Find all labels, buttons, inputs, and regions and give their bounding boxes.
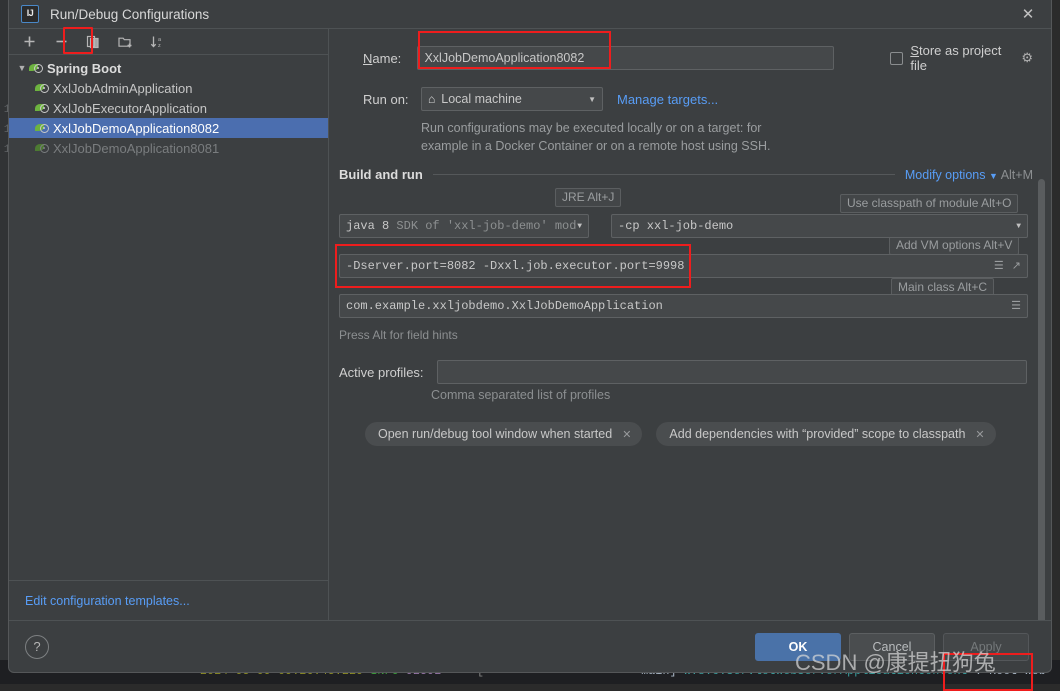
run-on-label: Run on: bbox=[363, 92, 421, 107]
dialog-footer: ? OK Cancel Apply bbox=[9, 620, 1051, 672]
section-divider bbox=[433, 174, 895, 175]
main-class-value: com.example.xxljobdemo.XxlJobDemoApplica… bbox=[346, 299, 663, 313]
jre-value-secondary: SDK of 'xxl-job-demo' mod bbox=[396, 219, 576, 233]
list-item-label: XxlJobDemoApplication8081 bbox=[53, 141, 219, 156]
sidebar-item-xxljobdemoapplication8081[interactable]: XxlJobDemoApplication8081 bbox=[9, 138, 328, 158]
spring-boot-icon bbox=[35, 121, 50, 136]
classpath-hint-chip: Use classpath of module Alt+O bbox=[840, 194, 1018, 213]
new-folder-button[interactable] bbox=[115, 32, 135, 52]
remove-configuration-button[interactable] bbox=[51, 32, 71, 52]
sidebar-item-xxljobadminapplication[interactable]: XxlJobAdminApplication bbox=[9, 78, 328, 98]
dialog-buttons: OK Cancel Apply bbox=[755, 633, 1029, 661]
edit-configuration-templates-link[interactable]: Edit configuration templates... bbox=[9, 580, 328, 620]
modify-options-label: Modify options bbox=[905, 168, 986, 182]
edit-configuration-templates-label: Edit configuration templates... bbox=[25, 594, 190, 608]
modify-options-shortcut: Alt+M bbox=[1001, 168, 1033, 182]
sidebar-item-xxljobdemoapplication8082[interactable]: XxlJobDemoApplication8082 bbox=[9, 118, 328, 138]
copy-configuration-button[interactable] bbox=[83, 32, 103, 52]
close-icon[interactable]: ✕ bbox=[622, 428, 631, 441]
dialog-body: a z ▼ Spring Boot XxlJobAdminApplication bbox=[9, 29, 1051, 620]
classpath-value: -cp xxl-job-demo bbox=[618, 219, 733, 233]
checkbox-box[interactable] bbox=[890, 52, 903, 65]
editor-scrollbar[interactable] bbox=[1038, 179, 1045, 620]
sidebar-item-xxljobexecutorapplication[interactable]: XxlJobExecutorApplication bbox=[9, 98, 328, 118]
tag-add-provided-dependencies[interactable]: Add dependencies with “provided” scope t… bbox=[656, 422, 995, 446]
active-profiles-description: Comma separated list of profiles bbox=[431, 388, 610, 402]
jre-hint-chip: JRE Alt+J bbox=[555, 188, 621, 207]
modify-options-link[interactable]: Modify options ▼ Alt+M bbox=[905, 168, 1033, 182]
close-icon[interactable]: ✕ bbox=[975, 428, 984, 441]
build-and-run-section-header: Build and run Modify options ▼ Alt+M bbox=[339, 167, 1033, 182]
chevron-down-icon: ▼ bbox=[588, 95, 596, 104]
dialog-title: Run/Debug Configurations bbox=[50, 7, 209, 22]
jre-value-primary: java 8 bbox=[346, 219, 389, 233]
active-profiles-input[interactable] bbox=[437, 360, 1027, 384]
tag-label: Add dependencies with “provided” scope t… bbox=[669, 427, 965, 441]
store-as-project-file-checkbox[interactable]: Store as project file ⚙ bbox=[890, 43, 1033, 73]
active-profiles-label: Active profiles: bbox=[339, 365, 437, 380]
run-on-row: Run on: ⌂ Local machine ▼ Manage targets… bbox=[363, 87, 1033, 111]
main-class-input[interactable]: com.example.xxljobdemo.XxlJobDemoApplica… bbox=[339, 294, 1028, 318]
svg-text:z: z bbox=[158, 43, 161, 49]
ok-button[interactable]: OK bbox=[755, 633, 841, 661]
tree-group-label: Spring Boot bbox=[47, 61, 121, 76]
expand-icon[interactable]: ↗ bbox=[1012, 259, 1021, 273]
run-debug-configurations-dialog: IJ Run/Debug Configurations ✕ bbox=[8, 0, 1052, 673]
name-label: Name: bbox=[363, 51, 417, 66]
classpath-hint-label: Use classpath of module Alt+O bbox=[847, 196, 1011, 210]
build-and-run-fields: JRE Alt+J Use classpath of module Alt+O … bbox=[339, 186, 1033, 606]
chevron-down-icon[interactable]: ▼ bbox=[15, 61, 29, 75]
tag-label: Open run/debug tool window when started bbox=[378, 427, 612, 441]
list-icon[interactable]: ☰ bbox=[994, 259, 1004, 273]
run-on-description: Run configurations may be executed local… bbox=[421, 119, 1033, 155]
spring-boot-icon bbox=[35, 101, 50, 116]
list-item-label: XxlJobDemoApplication8082 bbox=[53, 121, 219, 136]
spring-boot-icon bbox=[35, 81, 50, 96]
gear-icon[interactable]: ⚙ bbox=[1021, 50, 1033, 66]
list-icon[interactable]: ☰ bbox=[1011, 299, 1021, 313]
vm-options-value: -Dserver.port=8082 -Dxxl.job.executor.po… bbox=[346, 259, 684, 273]
configuration-editor-panel: Name: XxlJobDemoApplication8082 Store as… bbox=[329, 29, 1051, 620]
configurations-toolbar: a z bbox=[9, 29, 328, 55]
dialog-titlebar: IJ Run/Debug Configurations ✕ bbox=[9, 0, 1051, 29]
close-icon[interactable]: ✕ bbox=[1005, 0, 1051, 28]
spring-boot-icon bbox=[35, 141, 50, 156]
apply-button[interactable]: Apply bbox=[943, 633, 1029, 661]
main-class-hint-label: Main class Alt+C bbox=[898, 280, 987, 294]
run-on-dropdown[interactable]: ⌂ Local machine ▼ bbox=[421, 87, 603, 111]
configurations-tree: ▼ Spring Boot XxlJobAdminApplication Xxl… bbox=[9, 55, 328, 580]
build-and-run-title: Build and run bbox=[339, 167, 423, 182]
vm-options-hint-chip: Add VM options Alt+V bbox=[889, 236, 1019, 255]
name-input[interactable]: XxlJobDemoApplication8082 bbox=[417, 46, 834, 70]
help-button[interactable]: ? bbox=[25, 635, 49, 659]
jre-hint-label: JRE Alt+J bbox=[562, 190, 614, 204]
list-item-label: XxlJobAdminApplication bbox=[53, 81, 192, 96]
option-tags: Open run/debug tool window when started … bbox=[365, 422, 996, 446]
run-on-description-line1: Run configurations may be executed local… bbox=[421, 119, 1033, 137]
manage-targets-link[interactable]: Manage targets... bbox=[617, 92, 718, 107]
tree-group-spring-boot[interactable]: ▼ Spring Boot bbox=[9, 58, 328, 78]
tag-open-run-debug-tool-window[interactable]: Open run/debug tool window when started … bbox=[365, 422, 642, 446]
chevron-down-icon: ▼ bbox=[577, 222, 582, 231]
chevron-down-icon: ▼ bbox=[1016, 222, 1021, 231]
name-input-value: XxlJobDemoApplication8082 bbox=[424, 51, 584, 65]
press-alt-hint: Press Alt for field hints bbox=[339, 328, 458, 342]
vm-options-input[interactable]: -Dserver.port=8082 -Dxxl.job.executor.po… bbox=[339, 254, 1028, 278]
intellij-logo-icon: IJ bbox=[21, 5, 39, 23]
run-on-description-line2: example in a Docker Container or on a re… bbox=[421, 137, 1033, 155]
sort-alpha-icon[interactable]: a z bbox=[147, 32, 167, 52]
vm-options-hint-label: Add VM options Alt+V bbox=[896, 238, 1012, 252]
add-configuration-button[interactable] bbox=[19, 32, 39, 52]
configurations-panel: a z ▼ Spring Boot XxlJobAdminApplication bbox=[9, 29, 329, 620]
list-item-label: XxlJobExecutorApplication bbox=[53, 101, 207, 116]
store-as-project-file-label: Store as project file bbox=[910, 43, 1012, 73]
home-icon: ⌂ bbox=[428, 92, 435, 106]
name-row: Name: XxlJobDemoApplication8082 Store as… bbox=[363, 43, 1033, 73]
jre-dropdown[interactable]: java 8 SDK of 'xxl-job-demo' mod ▼ bbox=[339, 214, 589, 238]
active-profiles-row: Active profiles: bbox=[339, 360, 1027, 384]
classpath-dropdown[interactable]: -cp xxl-job-demo ▼ bbox=[611, 214, 1028, 238]
cancel-button[interactable]: Cancel bbox=[849, 633, 935, 661]
run-on-value: Local machine bbox=[441, 92, 522, 106]
spring-boot-icon bbox=[29, 61, 44, 76]
